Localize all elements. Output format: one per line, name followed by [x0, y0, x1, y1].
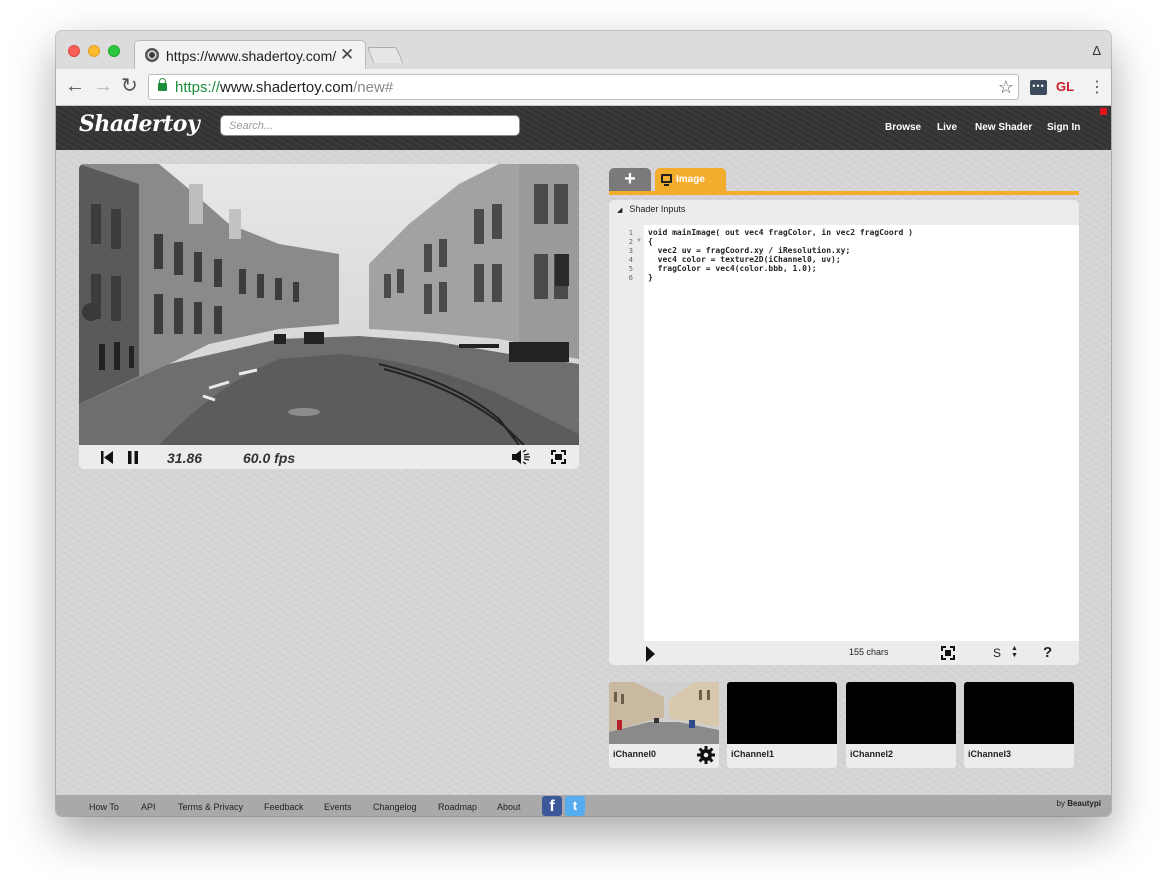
footer-link-terms[interactable]: Terms & Privacy	[178, 802, 243, 812]
lock-icon	[158, 78, 167, 91]
twitter-icon[interactable]: t	[565, 796, 585, 816]
nav-live-link[interactable]: Live	[937, 122, 957, 133]
code-line[interactable]: }	[648, 273, 653, 282]
extension-icon[interactable]: •••	[1030, 80, 1047, 95]
nav-browse-link[interactable]: Browse	[885, 122, 921, 133]
footer-link-how-to[interactable]: How To	[89, 802, 119, 812]
volume-icon[interactable]	[512, 449, 532, 465]
byline: by Beautypi	[1056, 799, 1101, 808]
editor-fullscreen-icon[interactable]	[941, 646, 955, 660]
notification-dot	[1100, 108, 1107, 115]
tab-close-icon[interactable]: ✕	[340, 45, 354, 65]
forward-arrow-icon[interactable]: →	[93, 76, 113, 96]
shader-inputs-toggle[interactable]: ◢ Shader Inputs	[609, 200, 1079, 221]
fps-counter: 60.0 fps	[243, 450, 296, 466]
browser-menu-icon[interactable]: ⋮	[1089, 77, 1105, 97]
channel-2[interactable]: iChannel2	[846, 682, 956, 768]
channel-3-thumbnail[interactable]	[964, 682, 1074, 744]
shader-preview-canvas[interactable]	[79, 164, 579, 446]
collapse-triangle-icon: ◢	[617, 207, 623, 214]
site-footer: How To API Terms & Privacy Feedback Even…	[56, 795, 1111, 816]
help-button[interactable]: ?	[1043, 644, 1052, 661]
line-number: 5	[628, 265, 633, 273]
fullscreen-icon[interactable]	[551, 450, 566, 464]
new-tab-button[interactable]	[366, 47, 404, 63]
channel-2-label: iChannel2	[850, 749, 894, 759]
channel-1-label: iChannel1	[731, 749, 775, 759]
channel-1-thumbnail[interactable]	[727, 682, 837, 744]
reload-icon[interactable]: ↻	[121, 76, 138, 96]
channel-3[interactable]: iChannel3	[964, 682, 1074, 768]
nav-new-shader-link[interactable]: New Shader	[975, 122, 1032, 133]
channel-0-label: iChannel0	[613, 749, 657, 759]
pause-icon[interactable]	[128, 451, 138, 464]
player-controls: 31.86 60.0 fps	[79, 445, 579, 469]
footer-link-feedback[interactable]: Feedback	[264, 802, 304, 812]
shader-player: 31.86 60.0 fps	[79, 164, 579, 469]
code-line[interactable]: void mainImage( out vec4 fragColor, in v…	[648, 228, 913, 237]
tab-image-label: Image	[676, 174, 705, 185]
code-line[interactable]: vec4 color = texture2D(iChannel0, uv);	[648, 255, 841, 264]
char-count: 155 chars	[849, 647, 889, 657]
editor-footer: 155 chars S ▲ ▼ ?	[609, 641, 1079, 665]
profile-corner-icon[interactable]: Δ	[1092, 43, 1101, 58]
gl-extension-icon[interactable]: GL	[1056, 79, 1074, 94]
line-number: 6	[628, 274, 633, 282]
shadertoy-logo[interactable]: Shadertoy	[79, 111, 200, 137]
footer-link-roadmap[interactable]: Roadmap	[438, 802, 477, 812]
footer-link-about[interactable]: About	[497, 802, 521, 812]
channel-2-thumbnail[interactable]	[846, 682, 956, 744]
tab-title: https://www.shadertoy.com/ne	[166, 48, 336, 64]
code-line[interactable]: vec2 uv = fragCoord.xy / iResolution.xy;	[648, 246, 851, 255]
tab-underline	[609, 191, 1079, 195]
zoom-window-button[interactable]	[108, 45, 120, 57]
tab-strip: https://www.shadertoy.com/ne ✕ Δ	[56, 31, 1111, 70]
footer-link-changelog[interactable]: Changelog	[373, 802, 417, 812]
font-size-stepper-icon[interactable]: ▲ ▼	[1011, 645, 1018, 659]
footer-link-api[interactable]: API	[141, 802, 156, 812]
code-line[interactable]: fragColor = vec4(color.bbb, 1.0);	[648, 264, 817, 273]
back-arrow-icon[interactable]: ←	[65, 76, 85, 96]
page-content: Shadertoy Search... Browse Live New Shad…	[56, 106, 1111, 816]
code-area[interactable]: 1 2 ▼ 3 4 5 6 void mainImage( out vec4 f…	[609, 225, 1079, 641]
browser-tab[interactable]: https://www.shadertoy.com/ne ✕	[134, 40, 366, 70]
facebook-icon[interactable]: f	[542, 796, 562, 816]
minimize-window-button[interactable]	[88, 45, 100, 57]
bookmark-star-icon[interactable]: ☆	[998, 77, 1014, 98]
monitor-icon	[661, 174, 672, 186]
search-input[interactable]: Search...	[220, 115, 520, 136]
shadertoy-favicon-icon	[145, 48, 159, 62]
editor-tabs: + Image	[609, 166, 1079, 196]
browser-toolbar: ← → ↻ https://www.shadertoy.com/new# ☆ •…	[56, 69, 1111, 106]
gear-icon[interactable]	[697, 746, 715, 764]
line-number: 2	[628, 238, 633, 246]
close-window-button[interactable]	[68, 45, 80, 57]
nav-sign-in-link[interactable]: Sign In	[1047, 122, 1080, 133]
fold-arrow-icon[interactable]: ▼	[636, 238, 642, 244]
line-number: 3	[628, 247, 633, 255]
line-number: 1	[628, 229, 633, 237]
footer-link-events[interactable]: Events	[324, 802, 352, 812]
compile-play-icon[interactable]	[646, 646, 655, 662]
channel-0-thumbnail[interactable]	[609, 682, 719, 744]
browser-window: https://www.shadertoy.com/ne ✕ Δ ← → ↻ h…	[56, 31, 1111, 816]
channel-1[interactable]: iChannel1	[727, 682, 837, 768]
tab-image[interactable]: Image	[655, 168, 726, 191]
line-gutter: 1 2 ▼ 3 4 5 6	[609, 225, 644, 641]
url-text[interactable]: https://www.shadertoy.com/new#	[175, 79, 393, 96]
channel-0[interactable]: iChannel0	[609, 682, 719, 768]
code-line[interactable]: {	[648, 237, 653, 246]
add-pass-tab[interactable]: +	[609, 168, 651, 191]
rewind-icon[interactable]	[101, 451, 113, 464]
line-number: 4	[628, 256, 633, 264]
address-bar[interactable]: https://www.shadertoy.com/new# ☆	[148, 74, 1019, 100]
code-editor-panel: ◢ Shader Inputs 1 2 ▼ 3 4 5 6 void mainIm…	[609, 200, 1079, 665]
font-size-select[interactable]: S	[993, 646, 1001, 660]
playback-time: 31.86	[167, 450, 203, 466]
site-header: Shadertoy Search... Browse Live New Shad…	[56, 106, 1111, 150]
channel-3-label: iChannel3	[968, 749, 1012, 759]
